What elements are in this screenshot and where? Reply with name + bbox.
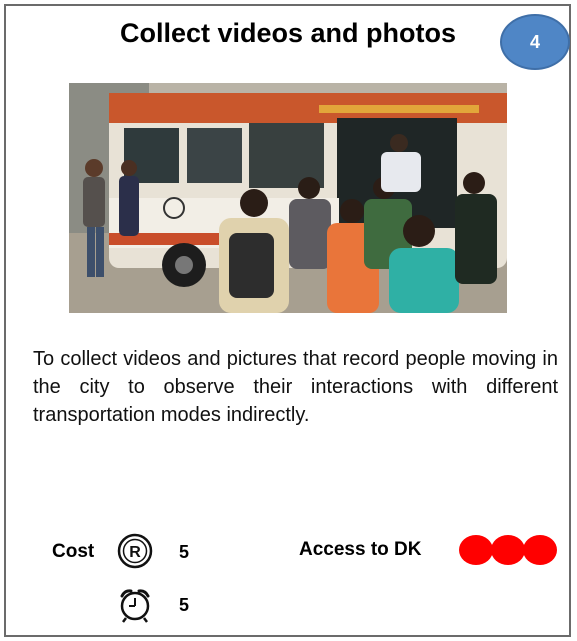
time-value: 5 <box>179 595 190 615</box>
coin-icon: R <box>117 533 153 569</box>
card-description: To collect videos and pictures that reco… <box>33 348 558 426</box>
access-dot-3 <box>523 535 557 565</box>
access-label: Access to DK <box>299 539 422 560</box>
bus-crowd-image <box>69 83 507 313</box>
cost-label: Cost <box>52 541 95 562</box>
access-dot-1 <box>459 535 493 565</box>
card-title: Collect videos and photos <box>119 18 457 48</box>
access-dot-2 <box>491 535 525 565</box>
alarm-clock-icon <box>120 589 150 623</box>
access-level-dots <box>459 535 557 565</box>
card-number-badge: 4 <box>500 14 570 70</box>
card-number: 4 <box>529 31 540 52</box>
bus-crowd-photo <box>69 83 507 313</box>
cost-value: 5 <box>179 542 190 562</box>
coin-letter: R <box>129 544 141 561</box>
